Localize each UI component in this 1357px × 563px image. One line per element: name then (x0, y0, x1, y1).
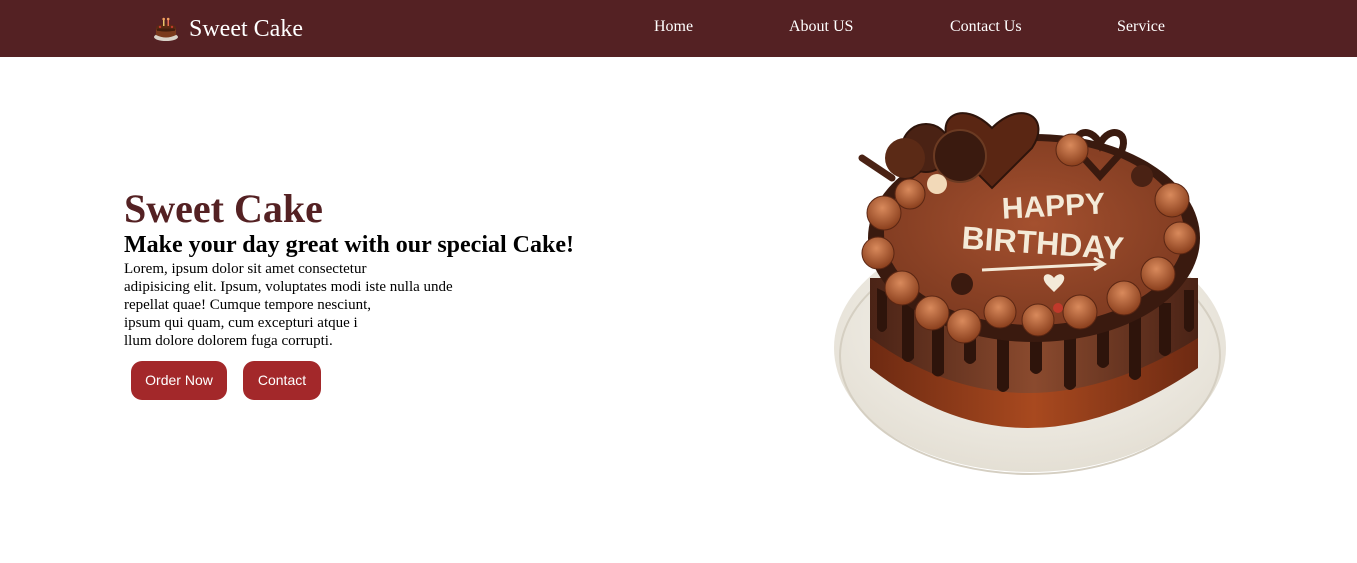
brand-name: Sweet Cake (189, 16, 303, 42)
nav-home[interactable]: Home (654, 17, 693, 37)
nav-about[interactable]: About US (789, 17, 853, 37)
hero-description-line: llum dolore dolorem fuga corrupti. (124, 333, 333, 349)
hero-description-line: Lorem, ipsum dolor sit amet consectetur (124, 261, 367, 277)
cake-icon (154, 17, 178, 41)
cake-lettering: HAPPY (1001, 187, 1106, 225)
hero-subtitle: Make your day great with our special Cak… (124, 232, 574, 258)
nav-service[interactable]: Service (1117, 17, 1165, 37)
hero-title: Sweet Cake (124, 186, 323, 231)
nav-contact[interactable]: Contact Us (950, 17, 1022, 37)
hero-description-line: repellat quae! Cumque tempore nesciunt, (124, 297, 371, 313)
hero-description: Lorem, ipsum dolor sit amet consectetur … (124, 260, 453, 350)
hero-description-line: ipsum qui quam, cum excepturi atque i (124, 315, 358, 331)
order-now-button[interactable]: Order Now (131, 361, 227, 400)
hero-description-line: adipisicing elit. Ipsum, voluptates modi… (124, 279, 453, 295)
brand-logo[interactable]: Sweet Cake (152, 13, 303, 45)
birthday-cake-image: HAPPY BIRTHDAY (834, 112, 1226, 475)
navbar: Sweet Cake Home About US Contact Us Serv… (0, 0, 1357, 57)
contact-button[interactable]: Contact (243, 361, 321, 400)
